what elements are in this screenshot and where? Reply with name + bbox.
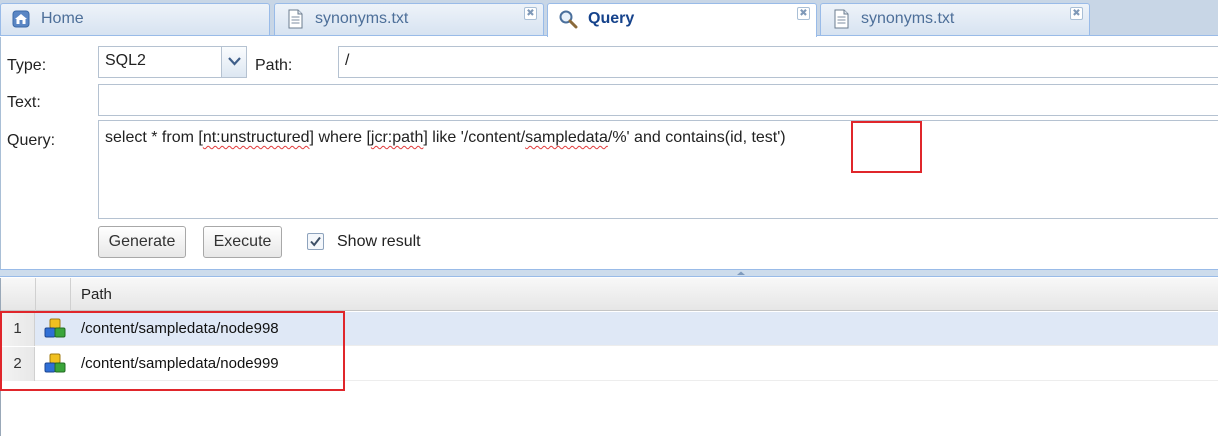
icon-column-header (36, 278, 71, 311)
query-label: Query: (7, 132, 56, 149)
tab-synonyms-2[interactable]: synonyms.txt ✖ (820, 3, 1090, 35)
tab-label: Query (588, 10, 635, 27)
chevron-down-icon (228, 57, 241, 66)
row-number: 2 (1, 347, 35, 381)
query-text-segment: /%' and contains(id, test') (607, 129, 786, 146)
file-icon (285, 9, 305, 29)
query-text-segment: ] where [ (309, 129, 371, 146)
rownumber-header (1, 278, 36, 311)
tab-label: synonyms.txt (315, 10, 409, 27)
show-result-checkbox[interactable] (307, 233, 324, 250)
generate-button[interactable]: Generate (98, 226, 186, 258)
checkmark-icon (310, 236, 321, 247)
query-textarea[interactable]: select * from [nt:unstructured] where [j… (98, 120, 1218, 219)
type-select[interactable]: SQL2 (98, 46, 223, 78)
node-icon (44, 318, 68, 340)
row-number: 1 (1, 312, 35, 346)
home-icon (11, 9, 31, 29)
query-form: Type: SQL2 Path: / Text: Query: select *… (0, 37, 1218, 269)
type-select-value: SQL2 (105, 52, 146, 69)
table-row[interactable]: 2 /content/sampledata/node999 (1, 347, 1218, 381)
path-label: Path: (255, 57, 293, 74)
query-text-segment: select * from [ (105, 129, 203, 146)
tab-synonyms-1[interactable]: synonyms.txt ✖ (274, 3, 544, 35)
spellcheck-word: sampledata (525, 129, 608, 146)
text-input[interactable] (98, 84, 1218, 116)
type-label: Type: (7, 57, 47, 74)
spellcheck-word: jcr:path (370, 129, 424, 146)
path-input[interactable]: / (338, 46, 1218, 78)
query-text-segment: ] like '/content/ (423, 129, 526, 146)
path-input-value: / (345, 52, 350, 69)
text-label: Text: (7, 94, 41, 111)
spellcheck-word: nt:unstructured (202, 129, 310, 146)
splitter[interactable] (0, 269, 1218, 277)
tab-close-icon[interactable]: ✖ (1070, 7, 1083, 20)
row-path: /content/sampledata/node999 (81, 355, 279, 372)
tab-close-icon[interactable]: ✖ (797, 7, 810, 20)
grid-header: Path (1, 278, 1218, 311)
show-result-label: Show result (337, 233, 421, 250)
row-path: /content/sampledata/node998 (81, 320, 279, 337)
tab-bar: Home synonyms.txt ✖ Query ✖ synonyms.txt… (0, 0, 1218, 37)
table-row[interactable]: 1 /content/sampledata/node998 (1, 312, 1218, 346)
execute-button[interactable]: Execute (203, 226, 282, 258)
magnifier-icon (558, 9, 578, 29)
file-icon (831, 9, 851, 29)
type-select-dropdown[interactable] (221, 46, 247, 78)
collapse-up-icon[interactable] (735, 270, 747, 277)
tab-close-icon[interactable]: ✖ (524, 7, 537, 20)
results-grid: Path 1 /content/sampledata/node998 2 /co… (0, 278, 1218, 436)
tab-home[interactable]: Home (0, 3, 270, 35)
column-header-path[interactable]: Path (71, 278, 1218, 311)
tab-label: synonyms.txt (861, 10, 955, 27)
node-icon (44, 353, 68, 375)
tab-query[interactable]: Query ✖ (547, 3, 817, 37)
tab-label: Home (41, 10, 84, 27)
